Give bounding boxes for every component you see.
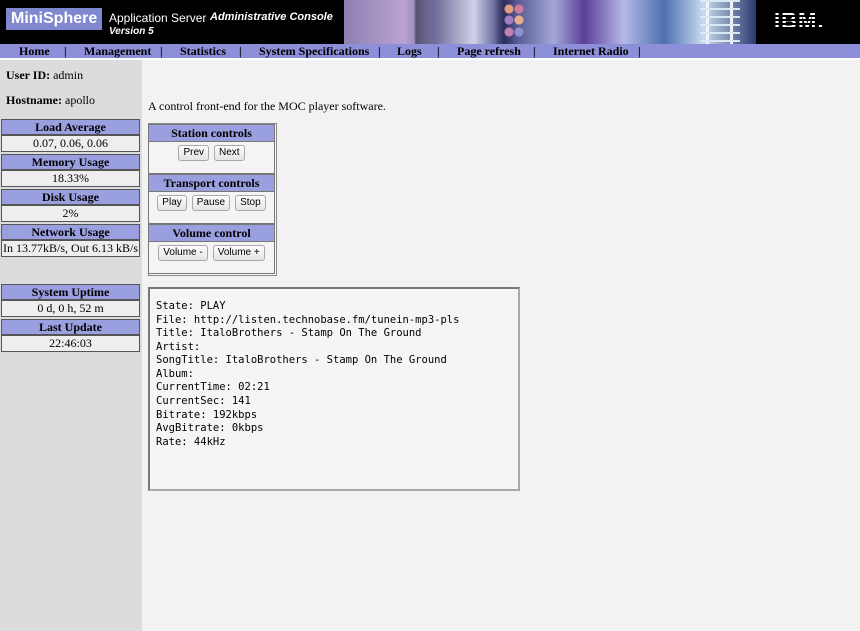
status-line: Rate: 44kHz <box>156 436 226 448</box>
hostname-label: Hostname: <box>6 93 62 107</box>
banner-dots-image <box>504 4 524 40</box>
product-version: Version 5 <box>109 26 154 37</box>
last-update-title: Last Update <box>1 319 140 335</box>
load-average-value: 0.07, 0.06, 0.06 <box>1 135 140 152</box>
nav-home[interactable]: Home <box>19 44 50 58</box>
header-banner: MiniSphere Application Server Version 5 … <box>0 0 860 44</box>
stop-button[interactable]: Stop <box>235 195 266 211</box>
load-average-title: Load Average <box>1 119 140 135</box>
status-line: State: PLAY <box>156 300 226 312</box>
disk-usage-title: Disk Usage <box>1 189 140 205</box>
page-description: A control front-end for the MOC player s… <box>148 99 386 113</box>
station-controls-panel: Station controls Prev Next <box>148 124 275 174</box>
nav-separator: | <box>239 44 242 58</box>
system-uptime-value: 0 d, 0 h, 52 m <box>1 300 140 317</box>
status-line: Title: ItaloBrothers - Stamp On The Grou… <box>156 327 422 339</box>
nav-separator: | <box>437 44 440 58</box>
status-line: SongTitle: ItaloBrothers - Stamp On The … <box>156 354 447 366</box>
network-usage-value: In 13.77kB/s, Out 6.13 kB/s <box>1 240 140 257</box>
status-line: File: http://listen.technobase.fm/tunein… <box>156 314 460 326</box>
main-nav: Home | Management | Statistics | System … <box>0 44 860 60</box>
banner-ladder-image <box>700 0 740 44</box>
volume-control-title: Volume control <box>149 225 274 242</box>
hostname-row: Hostname: apollo <box>6 93 95 108</box>
network-usage-title: Network Usage <box>1 224 140 240</box>
nav-page-refresh[interactable]: Page refresh <box>457 44 521 58</box>
product-name: Application Server <box>109 11 207 25</box>
banner-collage-image <box>344 0 756 44</box>
nav-separator: | <box>378 44 381 58</box>
volume-control-panel: Volume control Volume - Volume + <box>148 224 275 274</box>
nav-separator: | <box>533 44 536 58</box>
status-line: Bitrate: 192kbps <box>156 409 258 421</box>
status-line: Album: <box>156 368 194 380</box>
volume-up-button[interactable]: Volume + <box>212 245 265 261</box>
user-id-value: admin <box>53 68 84 82</box>
nav-management[interactable]: Management <box>84 44 151 58</box>
status-line: Artist: <box>156 341 201 353</box>
hostname-value: apollo <box>65 93 95 107</box>
ibm-logo: IBM. <box>774 8 825 33</box>
user-id-label: User ID: <box>6 68 51 82</box>
nav-logs[interactable]: Logs <box>397 44 422 58</box>
status-line: AvgBitrate: 0kbps <box>156 422 264 434</box>
status-line: CurrentTime: 02:21 <box>156 381 270 393</box>
status-line: CurrentSec: 141 <box>156 395 251 407</box>
memory-usage-title: Memory Usage <box>1 154 140 170</box>
nav-separator: | <box>638 44 641 58</box>
next-button[interactable]: Next <box>214 145 245 161</box>
transport-controls-panel: Transport controls Play Pause Stop <box>148 174 275 224</box>
nav-separator: | <box>64 44 67 58</box>
nav-internet-radio[interactable]: Internet Radio <box>553 44 629 58</box>
brand-logo: MiniSphere <box>6 8 103 30</box>
player-status-box: State: PLAY File: http://listen.technoba… <box>148 287 520 491</box>
console-title: Administrative Console <box>210 11 333 23</box>
prev-button[interactable]: Prev <box>178 145 209 161</box>
nav-system-specifications[interactable]: System Specifications <box>259 44 369 58</box>
user-id-row: User ID: admin <box>6 68 83 83</box>
memory-usage-value: 18.33% <box>1 170 140 187</box>
volume-down-button[interactable]: Volume - <box>158 245 208 261</box>
pause-button[interactable]: Pause <box>191 195 231 211</box>
nav-statistics[interactable]: Statistics <box>180 44 226 58</box>
transport-controls-title: Transport controls <box>149 175 274 192</box>
nav-separator: | <box>160 44 163 58</box>
system-uptime-title: System Uptime <box>1 284 140 300</box>
station-controls-title: Station controls <box>149 125 274 142</box>
play-button[interactable]: Play <box>157 195 187 211</box>
sidebar: User ID: admin Hostname: apollo Load Ave… <box>0 60 142 631</box>
last-update-value: 22:46:03 <box>1 335 140 352</box>
disk-usage-value: 2% <box>1 205 140 222</box>
